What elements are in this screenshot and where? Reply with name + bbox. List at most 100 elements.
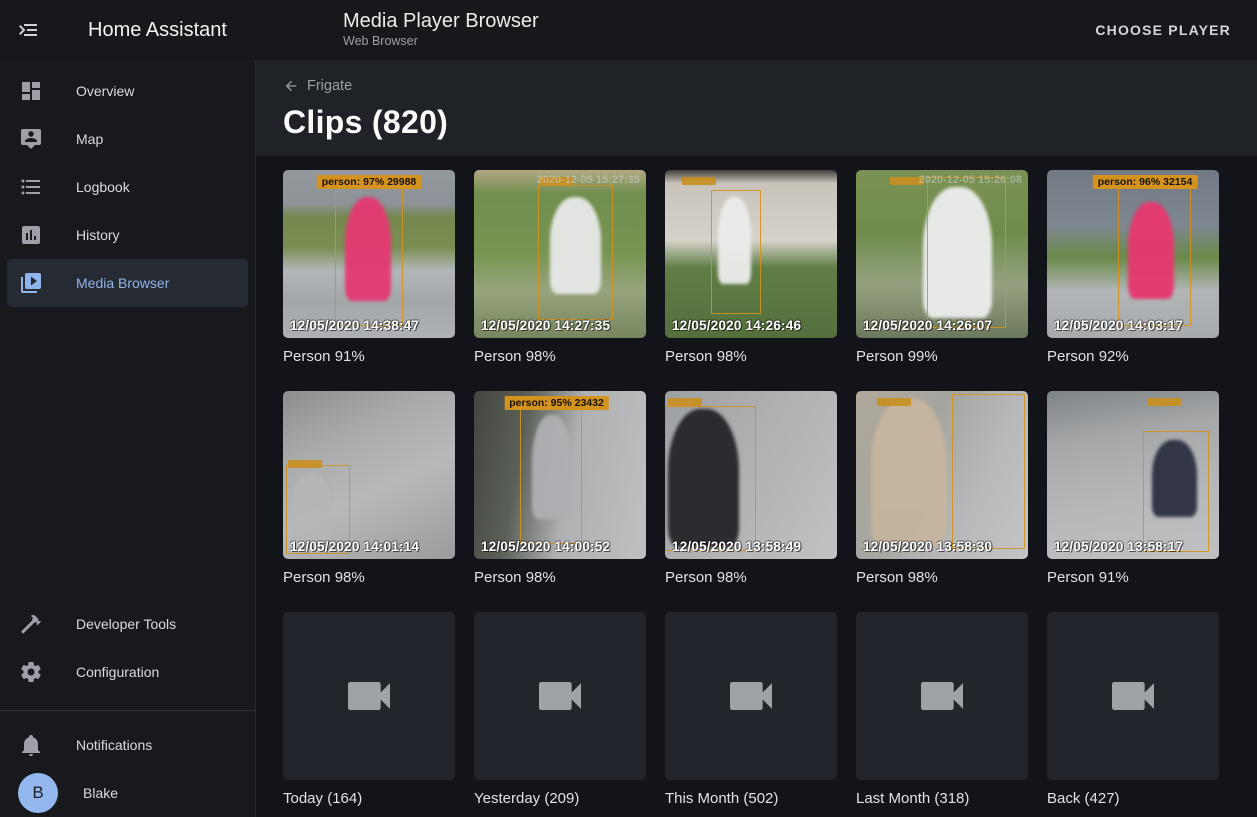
folder-card[interactable]	[856, 612, 1028, 780]
folder-item[interactable]: Yesterday (209)	[474, 612, 646, 809]
person-figure	[871, 398, 947, 546]
clip-timestamp: 12/05/2020 14:00:52	[481, 539, 610, 554]
clip-thumbnail[interactable]: person: 95% 23432 12/05/2020 14:00:52	[474, 391, 646, 559]
clip-item[interactable]: 12/05/2020 13:58:30 Person 98%	[856, 391, 1028, 588]
clip-thumbnail[interactable]: 2020-12-05 15:26:08 12/05/2020 14:26:07	[856, 170, 1028, 338]
hammer-icon	[19, 612, 43, 636]
sidebar-item-label: Overview	[76, 83, 134, 99]
clip-item[interactable]: 12/05/2020 13:58:17 Person 91%	[1047, 391, 1219, 588]
clip-item[interactable]: 2020-12-05 15:27:35 12/05/2020 14:27:35 …	[474, 170, 646, 367]
sidebar-item-configuration[interactable]: Configuration	[7, 648, 248, 696]
chart-box-icon	[19, 223, 43, 247]
clip-timestamp: 12/05/2020 14:38:47	[290, 318, 419, 333]
clip-timestamp: 12/05/2020 13:58:30	[863, 539, 992, 554]
sidebar-item-map[interactable]: Map	[7, 115, 248, 163]
clip-item[interactable]: 12/05/2020 14:01:14 Person 98%	[283, 391, 455, 588]
sidebar-item-label: Media Browser	[76, 275, 169, 291]
media-grid: person: 97% 29988 12/05/2020 14:38:47 Pe…	[256, 156, 1257, 817]
app-window: Home Assistant Media Player Browser Web …	[0, 0, 1257, 817]
folder-item[interactable]: This Month (502)	[665, 612, 837, 809]
folder-label: Back (427)	[1047, 789, 1219, 809]
sidebar-item-label: Notifications	[76, 737, 152, 753]
clip-timestamp: 12/05/2020 13:58:17	[1054, 539, 1183, 554]
sidebar-item-notifications[interactable]: Notifications	[7, 721, 248, 769]
detection-bounding-box	[952, 394, 1024, 549]
clip-item[interactable]: person: 96% 32154 12/05/2020 14:03:17 Pe…	[1047, 170, 1219, 367]
camera-osd-timestamp: 2020-12-05 15:27:35	[537, 174, 640, 186]
clip-thumbnail[interactable]: 12/05/2020 13:58:49	[665, 391, 837, 559]
clip-timestamp: 12/05/2020 14:03:17	[1054, 318, 1183, 333]
detection-bounding-box	[1118, 185, 1192, 326]
arrow-left-icon	[283, 78, 299, 94]
folder-item[interactable]: Back (427)	[1047, 612, 1219, 809]
clip-item[interactable]: person: 97% 29988 12/05/2020 14:38:47 Pe…	[283, 170, 455, 367]
detection-bounding-box	[665, 406, 756, 550]
clip-caption: Person 98%	[665, 347, 837, 367]
clip-timestamp: 12/05/2020 13:58:49	[672, 539, 801, 554]
page-title: Media Player Browser	[343, 9, 539, 33]
folder-card[interactable]	[283, 612, 455, 780]
sidebar-divider	[0, 710, 255, 711]
folder-item[interactable]: Last Month (318)	[856, 612, 1028, 809]
folder-label: Last Month (318)	[856, 789, 1028, 809]
detection-label-chip-small	[682, 177, 716, 185]
gear-icon	[19, 660, 43, 684]
bell-icon	[19, 733, 43, 757]
sidebar-item-overview[interactable]: Overview	[7, 67, 248, 115]
clip-item[interactable]: 12/05/2020 13:58:49 Person 98%	[665, 391, 837, 588]
clip-caption: Person 98%	[474, 347, 646, 367]
sidebar-item-label: Configuration	[76, 664, 159, 680]
sidebar-item-logbook[interactable]: Logbook	[7, 163, 248, 211]
detection-label-chip-small	[288, 460, 322, 468]
clip-timestamp: 12/05/2020 14:26:07	[863, 318, 992, 333]
clip-item[interactable]: 2020-12-05 15:26:08 12/05/2020 14:26:07 …	[856, 170, 1028, 367]
sidebar-item-developer-tools[interactable]: Developer Tools	[7, 600, 248, 648]
clip-thumbnail[interactable]: 12/05/2020 14:26:46	[665, 170, 837, 338]
user-name-label: Blake	[83, 785, 118, 801]
main-panel: Frigate Clips (820) person: 97% 29988 12…	[256, 60, 1257, 817]
folder-item[interactable]: Today (164)	[283, 612, 455, 809]
sidebar-item-label: Developer Tools	[76, 616, 176, 632]
clip-item[interactable]: 12/05/2020 14:26:46 Person 98%	[665, 170, 837, 367]
sidebar-item-user[interactable]: B Blake	[7, 769, 248, 817]
folder-card[interactable]	[665, 612, 837, 780]
sidebar-item-history[interactable]: History	[7, 211, 248, 259]
clip-timestamp: 12/05/2020 14:27:35	[481, 318, 610, 333]
clip-thumbnail[interactable]: 2020-12-05 15:27:35 12/05/2020 14:27:35	[474, 170, 646, 338]
folder-label: Today (164)	[283, 789, 455, 809]
sidebar-item-label: History	[76, 227, 120, 243]
clip-caption: Person 98%	[474, 568, 646, 588]
folder-card[interactable]	[1047, 612, 1219, 780]
detection-label-chip: person: 97% 29988	[317, 175, 422, 189]
clip-thumbnail[interactable]: person: 96% 32154 12/05/2020 14:03:17	[1047, 170, 1219, 338]
choose-player-button[interactable]: CHOOSE PLAYER	[1087, 14, 1239, 46]
clip-thumbnail[interactable]: 12/05/2020 13:58:30	[856, 391, 1028, 559]
detection-bounding-box	[335, 182, 404, 326]
clip-thumbnail[interactable]: 12/05/2020 14:01:14	[283, 391, 455, 559]
breadcrumb-back-link[interactable]: Frigate	[283, 78, 352, 94]
media-browser-header: Frigate Clips (820)	[256, 60, 1257, 156]
detection-label-chip-small	[877, 398, 911, 406]
clip-thumbnail[interactable]: person: 97% 29988 12/05/2020 14:38:47	[283, 170, 455, 338]
clip-timestamp: 12/05/2020 14:26:46	[672, 318, 801, 333]
videocam-icon	[1105, 668, 1161, 724]
folder-card[interactable]	[474, 612, 646, 780]
page-heading: Clips (820)	[283, 104, 1257, 141]
app-title: Home Assistant	[88, 19, 227, 42]
sidebar-item-label: Logbook	[76, 179, 130, 195]
breadcrumb-label: Frigate	[307, 78, 352, 94]
detection-bounding-box	[520, 403, 582, 544]
list-bulleted-icon	[19, 175, 43, 199]
sidebar-item-media-browser[interactable]: Media Browser	[7, 259, 248, 307]
clip-caption: Person 99%	[856, 347, 1028, 367]
clip-thumbnail[interactable]: 12/05/2020 13:58:17	[1047, 391, 1219, 559]
clip-caption: Person 91%	[1047, 568, 1219, 588]
page-subtitle: Web Browser	[343, 33, 539, 50]
clip-item[interactable]: person: 95% 23432 12/05/2020 14:00:52 Pe…	[474, 391, 646, 588]
sidebar-toggle-button[interactable]	[0, 0, 56, 60]
videocam-icon	[532, 668, 588, 724]
sidebar-item-label: Map	[76, 131, 103, 147]
folder-label: Yesterday (209)	[474, 789, 646, 809]
videocam-icon	[341, 668, 397, 724]
avatar: B	[18, 773, 58, 813]
